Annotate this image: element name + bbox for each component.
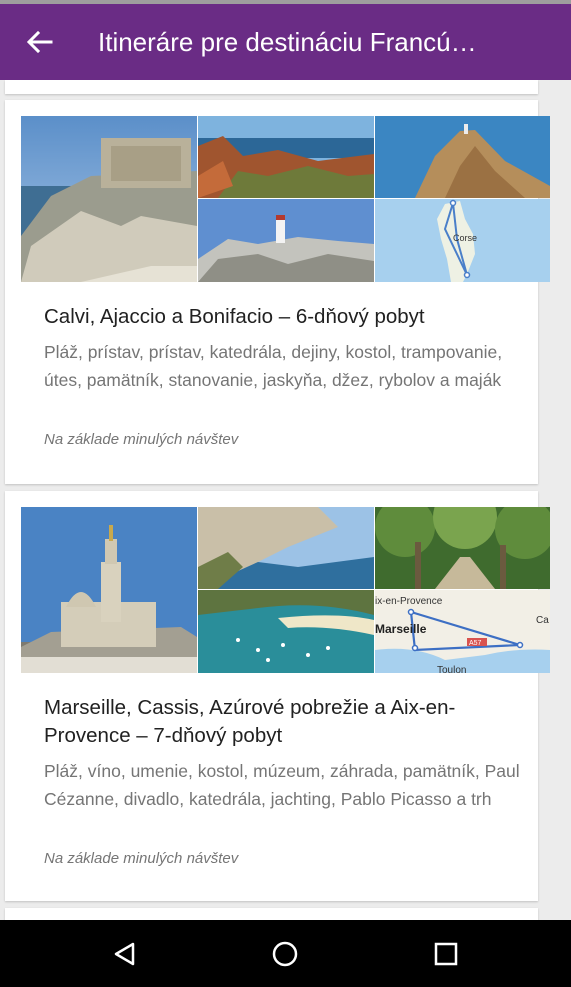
back-button[interactable] xyxy=(0,4,80,80)
photo-red-rocks xyxy=(198,116,374,198)
itinerary-tags: Pláž, víno, umenie, kostol, múzeum, záhr… xyxy=(44,761,520,809)
system-nav-bar xyxy=(0,920,571,987)
photo-aerial-cape xyxy=(375,116,550,198)
nav-recents-button[interactable] xyxy=(416,932,476,976)
itinerary-list[interactable]: Corse Calvi, Ajaccio a Bonifacio – 6-dňo… xyxy=(0,80,571,920)
nav-home-circle-icon xyxy=(272,941,298,967)
nav-recents-square-icon xyxy=(434,942,458,966)
map-label: Corse xyxy=(453,233,477,243)
map-city-label: ix-en-Provence xyxy=(375,596,443,607)
itinerary-tags: Pláž, prístav, prístav, katedrála, dejin… xyxy=(44,342,503,390)
photo-basilica xyxy=(21,507,197,673)
map-thumbnail: A57 ix-en-Provence Marseille Toulon Ca xyxy=(375,590,550,673)
nav-back-triangle-icon xyxy=(114,942,135,966)
photo-lighthouse-rocks xyxy=(198,199,374,282)
photo-citadel xyxy=(21,116,197,282)
photo-collage: A57 ix-en-Provence Marseille Toulon Ca xyxy=(21,507,550,673)
map-city-label: Marseille xyxy=(375,622,427,636)
itinerary-title: Calvi, Ajaccio a Bonifacio – 6-dňový pob… xyxy=(44,305,425,328)
itinerary-card[interactable]: A57 ix-en-Provence Marseille Toulon Ca M… xyxy=(5,491,550,901)
photo-bay-boats xyxy=(198,590,374,673)
arrow-left-icon xyxy=(27,31,53,53)
map-city-label: Ca xyxy=(536,615,549,626)
map-thumbnail: Corse xyxy=(375,199,550,282)
itinerary-card[interactable]: Corse Calvi, Ajaccio a Bonifacio – 6-dňo… xyxy=(5,100,550,484)
page-title: Itineráre pre destináciu Francú… xyxy=(98,26,477,57)
photo-tree-avenue xyxy=(375,507,550,589)
itinerary-card-previous[interactable] xyxy=(5,80,538,94)
nav-home-button[interactable] xyxy=(255,932,315,976)
itinerary-note: Na základe minulých návštev xyxy=(44,431,239,448)
photo-collage: Corse xyxy=(21,116,550,282)
itinerary-card-next[interactable] xyxy=(5,908,538,920)
nav-back-button[interactable] xyxy=(95,932,155,976)
itinerary-title: Marseille, Cassis, Azúrové pobrežie a Ai… xyxy=(44,696,456,747)
map-city-label: Toulon xyxy=(437,665,466,673)
itinerary-note: Na základe minulých návštev xyxy=(44,850,239,867)
photo-calanques xyxy=(198,507,374,589)
map-road-label: A57 xyxy=(469,640,482,647)
app-bar: Itineráre pre destináciu Francú… xyxy=(0,4,571,80)
